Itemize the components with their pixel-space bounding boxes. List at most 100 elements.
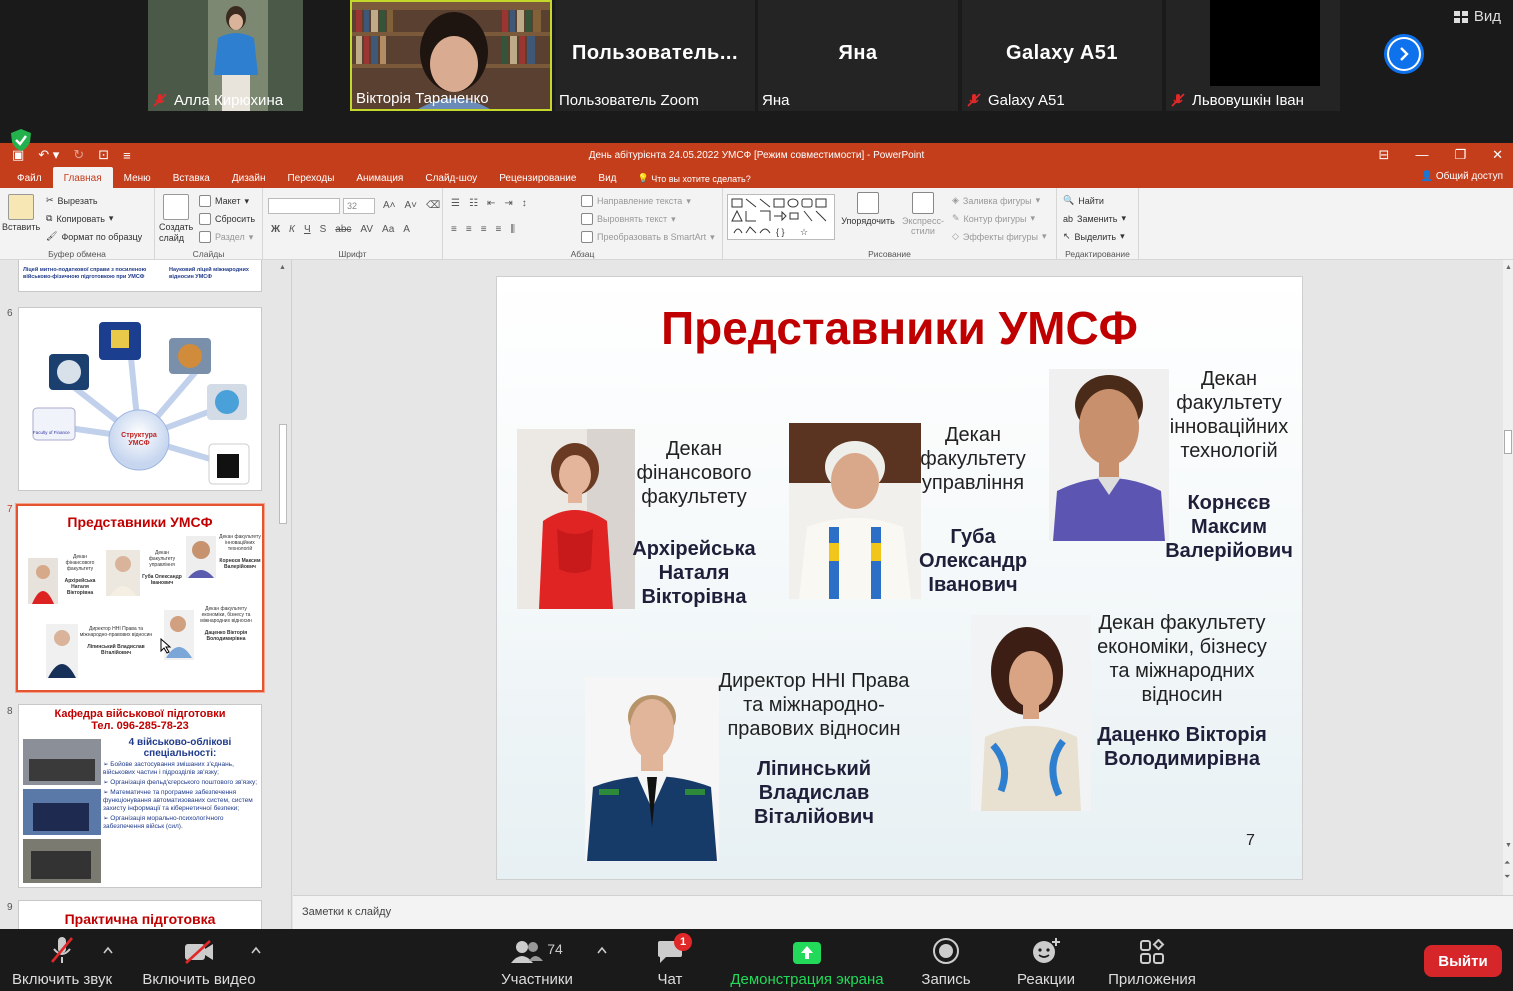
tab-slideshow[interactable]: Слайд-шоу xyxy=(414,167,488,188)
find-button[interactable]: 🔍 Найти xyxy=(1063,195,1104,206)
participant-tile-1[interactable]: Алла Кирюхина xyxy=(148,0,303,111)
align-right-icon[interactable]: ≡ xyxy=(481,224,487,235)
layout-button[interactable]: Макет ▾ xyxy=(199,195,249,207)
format-painter-button[interactable]: 🖌 Формат по образцу xyxy=(46,231,142,242)
font-size-combo[interactable]: 32 xyxy=(343,198,375,214)
copy-button[interactable]: ⧉ Копировать ▾ xyxy=(46,213,113,224)
replace-button[interactable]: ab Заменить ▾ xyxy=(1063,213,1126,224)
align-center-icon[interactable]: ≡ xyxy=(466,224,472,235)
numbering-icon[interactable]: ☷ xyxy=(469,198,478,209)
tell-me-box[interactable]: 💡 Что вы хотите сделать? xyxy=(628,167,751,188)
bullets-icon[interactable]: ☰ xyxy=(451,198,460,209)
record-button[interactable]: Запись xyxy=(916,929,976,991)
scroll-down-icon[interactable]: ▼ xyxy=(1505,842,1512,849)
select-button[interactable]: ↖ Выделить ▾ xyxy=(1063,231,1125,242)
scrollbar-thumb[interactable] xyxy=(1504,430,1512,454)
restore-button[interactable]: ❐ xyxy=(1454,147,1466,163)
increase-indent-icon[interactable]: ⇥ xyxy=(504,198,512,209)
new-slide-button[interactable]: Создать слайд xyxy=(159,222,199,244)
current-slide[interactable]: Представники УМСФ Декан фінансового факу xyxy=(496,276,1303,880)
justify-icon[interactable]: ≡ xyxy=(496,224,502,235)
participant-tile-2[interactable]: Вікторія Тараненко xyxy=(350,0,552,111)
participant-tile-4[interactable]: Яна Яна xyxy=(758,0,958,111)
case-icon[interactable]: Aa xyxy=(382,224,394,235)
shape-outline-button[interactable]: ✎ Контур фигуры ▾ xyxy=(952,213,1035,224)
close-button[interactable]: ✕ xyxy=(1492,147,1503,163)
paste-icon[interactable] xyxy=(8,194,34,220)
shapes-gallery[interactable]: { } ☆ xyxy=(727,194,835,240)
italic-icon[interactable]: К xyxy=(289,224,295,235)
clear-format-icon[interactable]: ⌫ xyxy=(426,200,440,211)
spacing-icon[interactable]: AV xyxy=(360,224,373,235)
shape-fill-button[interactable]: ◈ Заливка фигуры ▾ xyxy=(952,195,1040,206)
apps-button[interactable]: Приложения xyxy=(1104,929,1200,991)
participant-tile-6[interactable]: Львовушкін Іван xyxy=(1166,0,1340,111)
tab-animation[interactable]: Анимация xyxy=(345,167,414,188)
slide-thumbnail-5[interactable]: Ліцей митно-податкової справи з посилено… xyxy=(18,260,262,292)
slide-thumbnail-6[interactable]: Структура УМСФ Faculty of Finance xyxy=(18,307,262,491)
tab-insert[interactable]: Вставка xyxy=(162,167,221,188)
columns-icon[interactable]: ⫼ xyxy=(510,224,515,235)
align-text-button[interactable]: Выровнять текст ▾ xyxy=(581,213,676,225)
view-button[interactable]: Вид xyxy=(1453,8,1501,25)
participant-tile-3[interactable]: Пользователь... Пользователь Zoom xyxy=(555,0,755,111)
tab-transitions[interactable]: Переходы xyxy=(276,167,345,188)
thumbnails-scrollbar[interactable]: ▲ xyxy=(277,264,289,924)
tab-file[interactable]: Файл xyxy=(6,167,53,188)
font-name-combo[interactable] xyxy=(268,198,340,214)
slide-thumbnail-8[interactable]: Кафедра військової підготовки Тел. 096-28… xyxy=(18,704,262,888)
new-slide-icon[interactable] xyxy=(163,194,189,220)
tab-home[interactable]: Главная xyxy=(52,167,113,188)
slide-thumbnail-9[interactable]: Практична підготовка xyxy=(18,900,262,929)
slide-scrollbar[interactable]: ▲ ▼ ⏶ ⏷ xyxy=(1503,260,1513,895)
unmute-button[interactable]: Включить звук xyxy=(10,929,114,991)
participants-chevron-up-icon[interactable] xyxy=(596,945,608,955)
leave-meeting-button[interactable]: Выйти xyxy=(1424,945,1502,977)
shadow-icon[interactable]: S xyxy=(320,224,327,235)
line-spacing-icon[interactable]: ↕ xyxy=(522,198,527,209)
start-video-button[interactable]: Включить видео xyxy=(140,929,258,991)
strikethrough-icon[interactable]: abc xyxy=(335,224,351,235)
tab-review[interactable]: Рецензирование xyxy=(488,167,587,188)
person-4-text: Директор ННІ Права та міжнародно-правови… xyxy=(709,669,919,829)
decrease-indent-icon[interactable]: ⇤ xyxy=(487,198,495,209)
chat-button[interactable]: 1 Чат xyxy=(648,929,692,991)
participants-button[interactable]: 74 Участники xyxy=(496,929,578,991)
align-left-icon[interactable]: ≡ xyxy=(451,224,457,235)
minimize-button[interactable]: — xyxy=(1415,147,1428,163)
smartart-button[interactable]: Преобразовать в SmartArt ▾ xyxy=(581,231,715,243)
grow-font-icon[interactable]: A˄ xyxy=(383,200,396,211)
prev-slide-icon[interactable]: ⏶ xyxy=(1504,858,1510,868)
next-page-button[interactable] xyxy=(1384,34,1424,74)
arrange-button[interactable]: Упорядочить xyxy=(840,192,896,226)
slide-thumbnail-7[interactable]: Представники УМСФ Декан фінансового факу… xyxy=(15,503,265,693)
tab-menu[interactable]: Меню xyxy=(113,167,162,188)
audio-options-chevron-up-icon[interactable] xyxy=(102,945,114,955)
share-screen-button[interactable]: Демонстрация экрана xyxy=(728,929,886,991)
scroll-up-icon[interactable]: ▲ xyxy=(279,264,286,271)
text-direction-button[interactable]: Направление текста ▾ xyxy=(581,195,691,207)
reactions-button[interactable]: Реакции xyxy=(1012,929,1080,991)
font-color-icon[interactable]: A xyxy=(403,224,410,235)
cut-button[interactable]: ✂ Вырезать xyxy=(46,195,98,206)
slide-number: 7 xyxy=(7,504,13,515)
view-label: Вид xyxy=(1473,8,1501,25)
share-button[interactable]: 👤 Общий доступ xyxy=(1421,171,1503,182)
shrink-font-icon[interactable]: A˅ xyxy=(405,200,418,211)
quick-styles-button[interactable]: Экспресс-стили xyxy=(900,192,946,236)
participant-tile-5[interactable]: Galaxy A51 Galaxy A51 xyxy=(962,0,1162,111)
ribbon-display-icon[interactable]: ⊟ xyxy=(1379,147,1390,163)
paste-button[interactable]: Вставить xyxy=(2,222,40,232)
video-options-chevron-up-icon[interactable] xyxy=(250,945,262,955)
tab-view[interactable]: Вид xyxy=(587,167,627,188)
notes-pane[interactable]: Заметки к слайду xyxy=(293,895,1513,929)
shape-effects-button[interactable]: ◇ Эффекты фигуры ▾ xyxy=(952,231,1046,242)
scroll-up-icon[interactable]: ▲ xyxy=(1505,264,1512,271)
scrollbar-thumb[interactable] xyxy=(279,424,287,524)
underline-icon[interactable]: Ч xyxy=(304,224,311,235)
bold-icon[interactable]: Ж xyxy=(271,224,280,235)
tab-design[interactable]: Дизайн xyxy=(221,167,277,188)
next-slide-icon[interactable]: ⏷ xyxy=(1504,872,1510,882)
reset-button[interactable]: Сбросить xyxy=(199,213,255,225)
section-button[interactable]: Раздел ▾ xyxy=(199,231,253,243)
